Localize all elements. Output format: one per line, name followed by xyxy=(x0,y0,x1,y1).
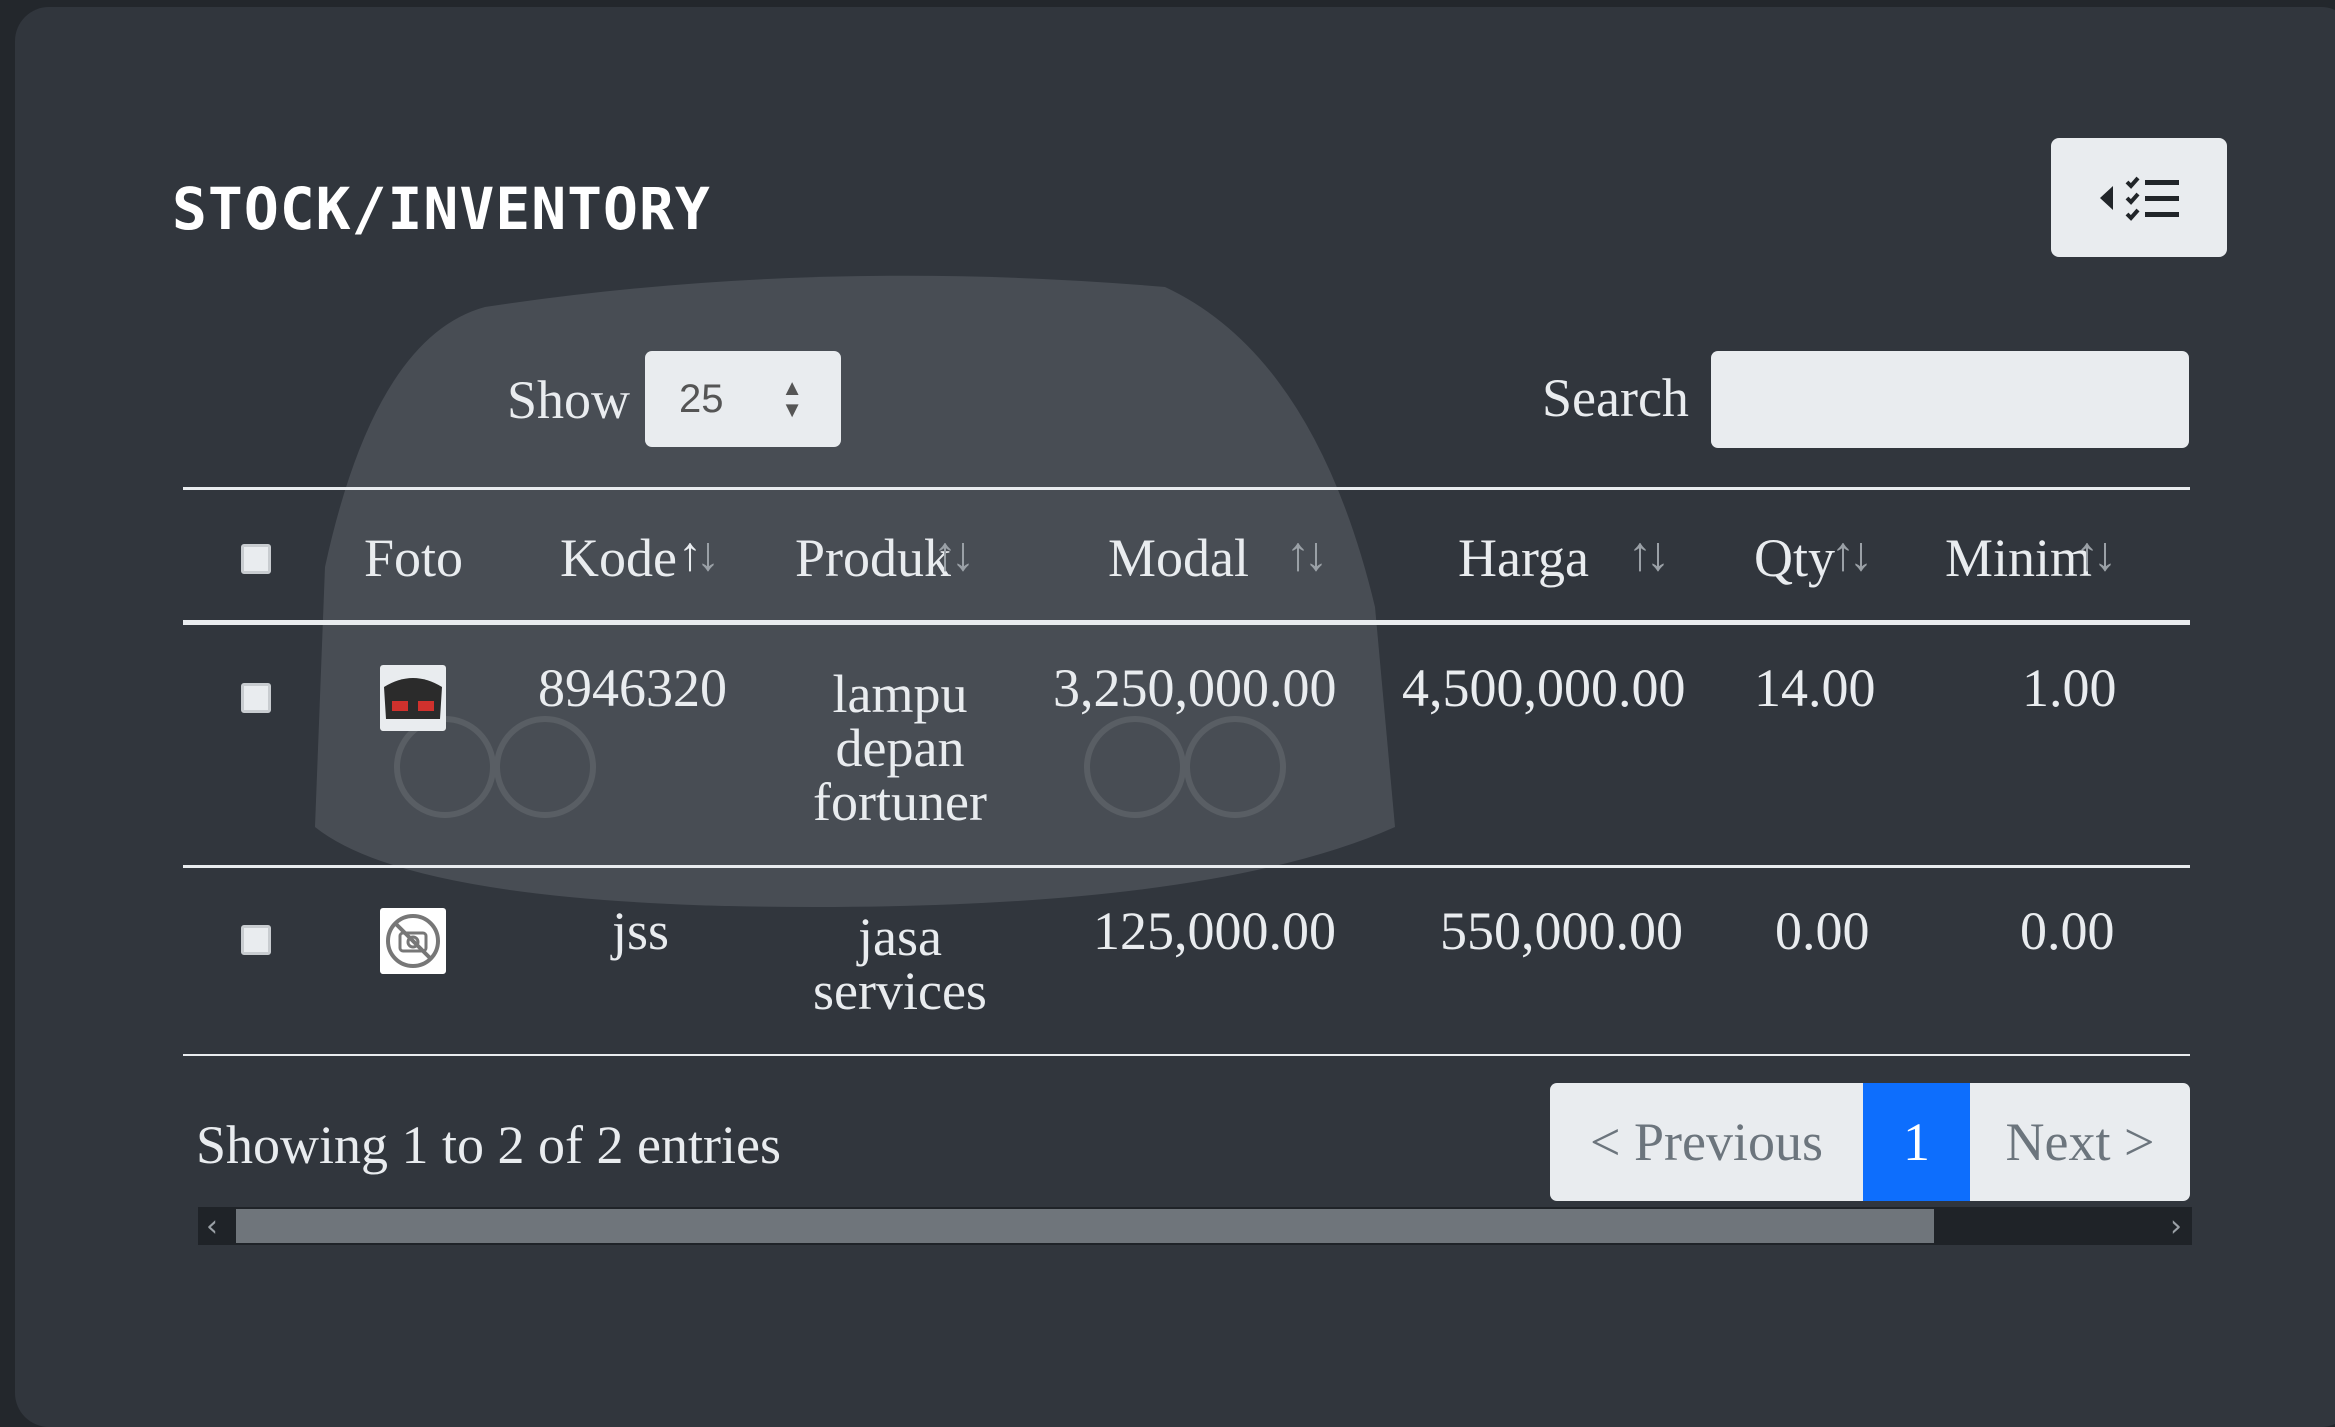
row-checkbox[interactable] xyxy=(241,925,271,955)
pagination: < Previous 1 Next > xyxy=(1550,1083,2190,1201)
scrollbar-thumb[interactable] xyxy=(236,1209,1934,1243)
next-page-button[interactable]: Next > xyxy=(1970,1083,2190,1201)
cell-modal: 125,000.00 xyxy=(1093,901,1336,961)
header-kode[interactable]: Kode xyxy=(560,527,677,589)
page-1-button[interactable]: 1 xyxy=(1863,1083,1970,1201)
table-header-border xyxy=(183,620,2190,625)
cell-harga: 4,500,000.00 xyxy=(1402,658,1686,718)
cell-produk: jasa services xyxy=(813,907,987,1021)
sort-icon: ↑↓ xyxy=(2075,528,2117,581)
header-harga[interactable]: Harga xyxy=(1458,527,1589,589)
page-size-select[interactable]: 25 ▲ ▼ xyxy=(645,351,841,447)
header-minim[interactable]: Minim xyxy=(1945,527,2092,589)
sort-icon: ↑↓ xyxy=(933,528,975,581)
no-photo-icon[interactable] xyxy=(380,908,446,974)
header-qty[interactable]: Qty xyxy=(1754,527,1835,589)
product-photo-icon[interactable] xyxy=(380,665,446,731)
select-all-checkbox[interactable] xyxy=(241,544,271,574)
scroll-right-icon[interactable]: › xyxy=(2170,1209,2182,1244)
header-produk[interactable]: Produk xyxy=(795,527,951,589)
cell-produk: lampu depan fortuner xyxy=(813,664,987,832)
cell-kode: 8946320 xyxy=(538,658,727,718)
inventory-panel: STOCK/INVENTORY Show 25 ▲ ▼ Search Foto K… xyxy=(15,7,2335,1427)
previous-page-button[interactable]: < Previous xyxy=(1550,1083,1863,1201)
table-bottom-border xyxy=(183,1054,2190,1056)
cell-harga: 550,000.00 xyxy=(1440,901,1683,961)
caret-left-icon xyxy=(2100,185,2113,210)
cell-qty: 0.00 xyxy=(1775,901,1870,961)
checklist-icon xyxy=(2125,176,2179,221)
cell-minim: 1.00 xyxy=(2022,658,2117,718)
sort-icon: ↑↓ xyxy=(1831,528,1873,581)
scroll-left-icon[interactable]: ‹ xyxy=(206,1209,218,1244)
page-title: STOCK/INVENTORY xyxy=(172,175,711,243)
horizontal-scrollbar[interactable]: ‹ › xyxy=(198,1207,2192,1245)
toggle-columns-button[interactable] xyxy=(2051,138,2227,257)
header-foto[interactable]: Foto xyxy=(364,527,463,589)
row-divider xyxy=(183,865,2190,868)
cell-modal: 3,250,000.00 xyxy=(1053,658,1337,718)
cell-qty: 14.00 xyxy=(1754,658,1876,718)
page-size-value: 25 xyxy=(679,377,724,421)
entries-info: Showing 1 to 2 of 2 entries xyxy=(196,1115,781,1175)
sort-icon: ↑↓ xyxy=(1628,528,1670,581)
table-top-border xyxy=(183,487,2190,490)
sort-asc-icon: ↑↓ xyxy=(678,528,720,581)
sort-icon: ↑↓ xyxy=(1286,528,1328,581)
cell-kode: jss xyxy=(612,901,670,961)
search-label: Search xyxy=(1542,368,1689,428)
search-input[interactable] xyxy=(1711,351,2189,448)
row-checkbox[interactable] xyxy=(241,683,271,713)
header-modal[interactable]: Modal xyxy=(1108,527,1249,589)
show-label: Show xyxy=(507,370,631,430)
select-updown-icon: ▲ ▼ xyxy=(781,375,803,422)
cell-minim: 0.00 xyxy=(2020,901,2115,961)
